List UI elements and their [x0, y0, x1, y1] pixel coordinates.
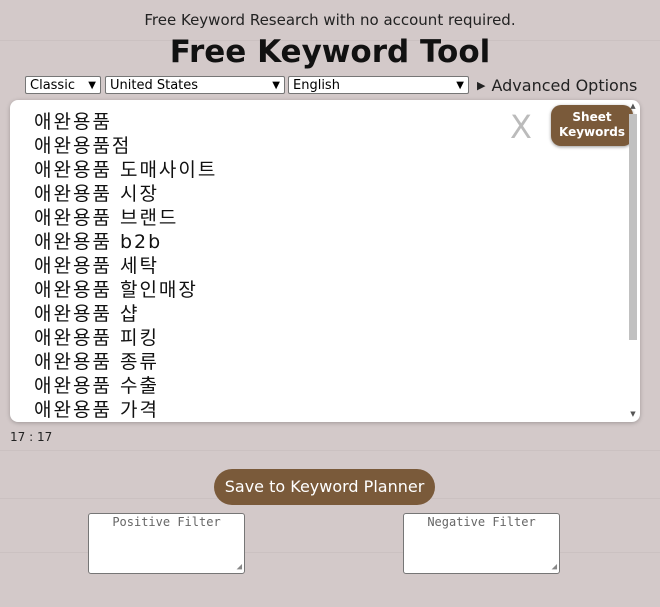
sheet-keywords-label: Sheet Keywords	[558, 110, 626, 139]
keyword-item: 애완용품 피킹	[34, 327, 159, 349]
advanced-options-label: Advanced Options	[491, 76, 638, 95]
keyword-item: 애완용품 브랜드	[34, 207, 179, 229]
close-icon[interactable]: X	[510, 108, 532, 146]
page-title: Free Keyword Tool	[169, 34, 491, 70]
keyword-item: 애완용품 세탁	[34, 255, 159, 277]
keyword-item: 애완용품 종류	[34, 351, 159, 373]
scroll-up-icon[interactable]: ▲	[628, 102, 638, 110]
chevron-down-icon: ▼	[456, 80, 464, 91]
resize-grip-icon[interactable]: ◢	[237, 562, 242, 572]
language-select-value: English	[293, 78, 340, 93]
positive-filter-placeholder: Positive Filter	[112, 515, 221, 529]
chevron-down-icon: ▼	[272, 80, 280, 91]
language-select[interactable]: English ▼	[288, 76, 469, 94]
keyword-item: 애완용품 b2b	[34, 231, 163, 253]
sheet-keywords-button[interactable]: Sheet Keywords	[551, 105, 633, 146]
scrollbar[interactable]: ▲ ▼	[628, 102, 638, 420]
keyword-item: 애완용품 샵	[34, 303, 140, 325]
chevron-down-icon: ▼	[88, 80, 96, 91]
resize-grip-icon[interactable]: ◢	[552, 562, 557, 572]
keyword-item: 애완용품 도매사이트	[34, 159, 218, 181]
positive-filter-input[interactable]: Positive Filter ◢	[88, 513, 245, 574]
tagline: Free Keyword Research with no account re…	[144, 11, 516, 29]
keyword-results-box[interactable]: 애완용품 애완용품점 애완용품 도매사이트 애완용품 시장 애완용품 브랜드 애완용품 b…	[10, 100, 640, 422]
negative-filter-input[interactable]: Negative Filter ◢	[403, 513, 560, 574]
scroll-down-icon[interactable]: ▼	[628, 410, 638, 418]
negative-filter-placeholder: Negative Filter	[427, 515, 536, 529]
keyword-item: 애완용품 할인매장	[34, 279, 198, 301]
keyword-list: 애완용품 애완용품점 애완용품 도매사이트 애완용품 시장 애완용품 브랜드 애완용품 b…	[34, 110, 217, 422]
disclosure-triangle-icon: ▶	[477, 79, 486, 92]
keyword-item: 애완용품 시장	[34, 183, 159, 205]
country-select[interactable]: United States ▼	[105, 76, 285, 94]
keyword-counter: 17 : 17	[10, 430, 53, 444]
keyword-item: 애완용품점	[34, 135, 132, 157]
advanced-options-toggle[interactable]: ▶ Advanced Options	[477, 76, 637, 95]
scrollbar-thumb[interactable]	[629, 114, 637, 340]
country-select-value: United States	[110, 78, 199, 93]
mode-select-value: Classic	[30, 78, 75, 93]
save-to-keyword-planner-button[interactable]: Save to Keyword Planner	[214, 469, 435, 505]
save-button-label: Save to Keyword Planner	[224, 477, 425, 496]
mode-select[interactable]: Classic ▼	[25, 76, 101, 94]
keyword-item: 애완용품	[34, 111, 112, 133]
keyword-item: 애완용품 가격	[34, 399, 159, 421]
keyword-item: 애완용품 수출	[34, 375, 159, 397]
